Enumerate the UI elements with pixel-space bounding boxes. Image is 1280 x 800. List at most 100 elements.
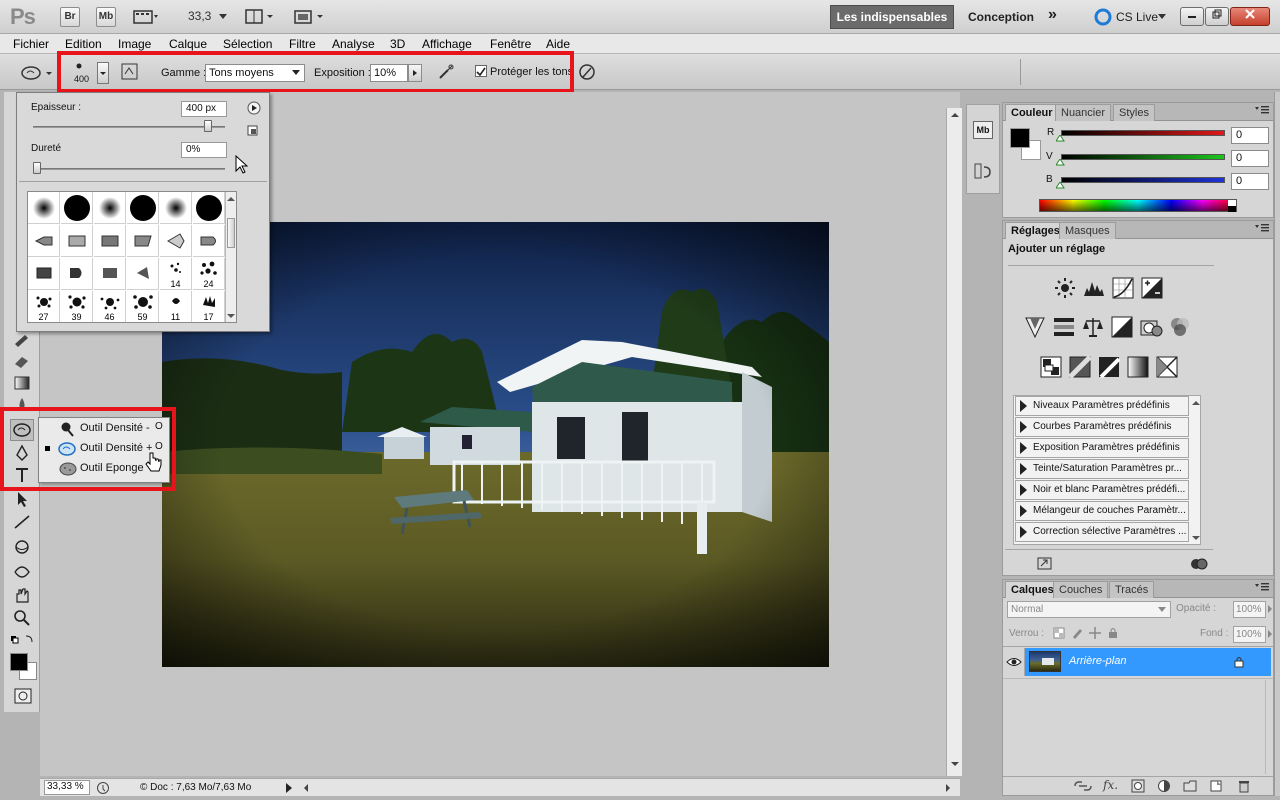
brush-preset-picker[interactable]: 400 [64, 60, 94, 88]
quick-mask-button[interactable] [14, 688, 32, 704]
bridge-button[interactable]: Br [60, 7, 80, 27]
chevron-right-icon[interactable] [1267, 629, 1274, 639]
brush-tip-scatter-24[interactable]: 24 [193, 258, 225, 290]
posterize-icon[interactable] [1068, 355, 1092, 379]
tab-masques[interactable]: Masques [1059, 222, 1116, 239]
menu-aide[interactable]: Aide [546, 37, 570, 51]
menu-calque[interactable]: Calque [169, 37, 207, 51]
airbrush-button[interactable] [436, 62, 456, 82]
path-selection-tool[interactable] [10, 490, 34, 512]
channel-v-slider[interactable] [1061, 154, 1225, 160]
brush-tip-flat[interactable] [61, 225, 93, 257]
color-balance-icon[interactable] [1081, 315, 1105, 339]
tab-traces[interactable]: Tracés [1109, 581, 1155, 598]
new-adjustment-layer-icon[interactable] [1157, 779, 1171, 793]
layers-scrollbar[interactable] [1265, 680, 1274, 774]
panel-menu-icon[interactable] [1255, 223, 1269, 233]
brush-tip-leaf-11[interactable]: 11 [160, 291, 192, 322]
opacity-input[interactable]: 100% [1233, 601, 1266, 618]
brush-panel-toggle[interactable] [120, 62, 140, 82]
hardness-input[interactable]: 0% [181, 142, 227, 158]
add-mask-icon[interactable] [1131, 779, 1145, 793]
brush-tip-pencil[interactable] [28, 225, 60, 257]
history-panel-button[interactable] [973, 161, 993, 181]
brush-tip-hard[interactable] [127, 192, 159, 224]
preset-row[interactable]: Mélangeur de couches Paramètr... [1015, 501, 1189, 521]
tab-nuancier[interactable]: Nuancier [1055, 104, 1112, 121]
menu-image[interactable]: Image [118, 37, 151, 51]
slider-triangle-icon[interactable] [1056, 182, 1065, 189]
canvas-vertical-scrollbar[interactable] [946, 108, 962, 776]
scroll-left-icon[interactable] [302, 783, 310, 793]
status-zoom-field[interactable]: 33,33 % [44, 780, 90, 795]
hardness-slider-track[interactable] [33, 168, 225, 170]
scroll-right-icon[interactable] [944, 783, 952, 793]
close-button[interactable] [1230, 7, 1270, 26]
view-extras-button[interactable] [132, 8, 162, 26]
brush-tip-hard[interactable] [61, 192, 93, 224]
blur-tool[interactable] [10, 396, 34, 418]
zoom-tool[interactable] [10, 609, 34, 631]
slider-triangle-icon[interactable] [1056, 135, 1065, 142]
brush-tip-flat[interactable] [94, 225, 126, 257]
scroll-thumb[interactable] [227, 218, 235, 248]
scroll-up-icon[interactable] [950, 111, 960, 119]
menu-fichier[interactable]: Fichier [13, 37, 49, 51]
arrange-documents-button[interactable] [244, 8, 276, 26]
tool-preset-picker[interactable] [18, 62, 56, 84]
scroll-down-icon[interactable] [226, 312, 236, 320]
3d-orbit-tool[interactable] [10, 562, 34, 584]
range-select[interactable]: Tons moyens [205, 64, 305, 82]
zoom-dropdown-icon[interactable] [218, 13, 228, 21]
mini-bridge-button[interactable]: Mb [96, 7, 116, 27]
brush-tip-fan[interactable] [127, 258, 159, 290]
flyout-item-dodge[interactable]: Outil Densité - O [39, 419, 169, 439]
cs-live-button[interactable]: CS Live [1094, 8, 1174, 26]
link-layers-icon[interactable] [1073, 780, 1093, 792]
status-menu-arrow-icon[interactable] [284, 782, 294, 794]
brush-tip-star-39[interactable]: 39 [61, 291, 93, 322]
channel-r-value[interactable]: 0 [1231, 127, 1269, 144]
hue-saturation-icon[interactable] [1052, 315, 1076, 339]
gradient-map-icon[interactable] [1126, 355, 1150, 379]
preset-row[interactable]: Noir et blanc Paramètres prédéfi... [1015, 480, 1189, 500]
brush-tip-hard[interactable] [193, 192, 225, 224]
slider-triangle-icon[interactable] [1056, 159, 1065, 166]
expand-view-icon[interactable] [1037, 557, 1053, 571]
menu-filtre[interactable]: Filtre [289, 37, 316, 51]
brush-tip-round[interactable] [193, 225, 225, 257]
brush-tip-star-46[interactable]: 46 [94, 291, 126, 322]
brush-grid-scrollbar[interactable] [225, 192, 236, 322]
tablet-pressure-button[interactable] [577, 61, 597, 83]
brush-picker-dropdown[interactable] [97, 62, 109, 84]
selective-color-icon[interactable] [1155, 355, 1179, 379]
brightness-contrast-icon[interactable] [1053, 276, 1077, 300]
brush-tip-scatter-14[interactable]: 14 [160, 258, 192, 290]
burn-tool[interactable] [10, 419, 34, 441]
presets-scrollbar[interactable] [1191, 396, 1201, 544]
panel-menu-icon[interactable] [1255, 582, 1269, 592]
hardness-slider-thumb[interactable] [33, 162, 41, 174]
fx-icon[interactable]: fx. [1103, 778, 1118, 792]
size-slider-thumb[interactable] [204, 120, 213, 132]
preset-row[interactable]: Courbes Paramètres prédéfinis [1015, 417, 1189, 437]
channel-mixer-icon[interactable] [1168, 315, 1192, 339]
channel-r-slider[interactable] [1061, 130, 1225, 136]
fill-input[interactable]: 100% [1233, 626, 1266, 643]
brush-tips-grid[interactable]: 14 24 27 39 46 59 11 17 [27, 191, 237, 323]
menu-3d[interactable]: 3D [390, 37, 405, 51]
menu-analyse[interactable]: Analyse [332, 37, 375, 51]
eraser-tool[interactable] [10, 352, 34, 374]
foreground-color-swatch[interactable] [10, 653, 28, 671]
restore-button[interactable] [1205, 7, 1229, 26]
brush-tip-angle[interactable] [127, 225, 159, 257]
foreground-color-swatch[interactable] [1010, 128, 1030, 148]
size-input[interactable]: 400 px [181, 101, 227, 117]
lock-all-icon[interactable] [1107, 627, 1119, 639]
more-workspaces-icon[interactable]: » [1048, 6, 1057, 24]
brush-tip-round[interactable] [61, 258, 93, 290]
new-group-icon[interactable] [1183, 779, 1197, 793]
channel-b-value[interactable]: 0 [1231, 173, 1269, 190]
new-layer-icon[interactable] [1209, 779, 1223, 793]
menu-fenetre[interactable]: Fenêtre [490, 37, 531, 51]
